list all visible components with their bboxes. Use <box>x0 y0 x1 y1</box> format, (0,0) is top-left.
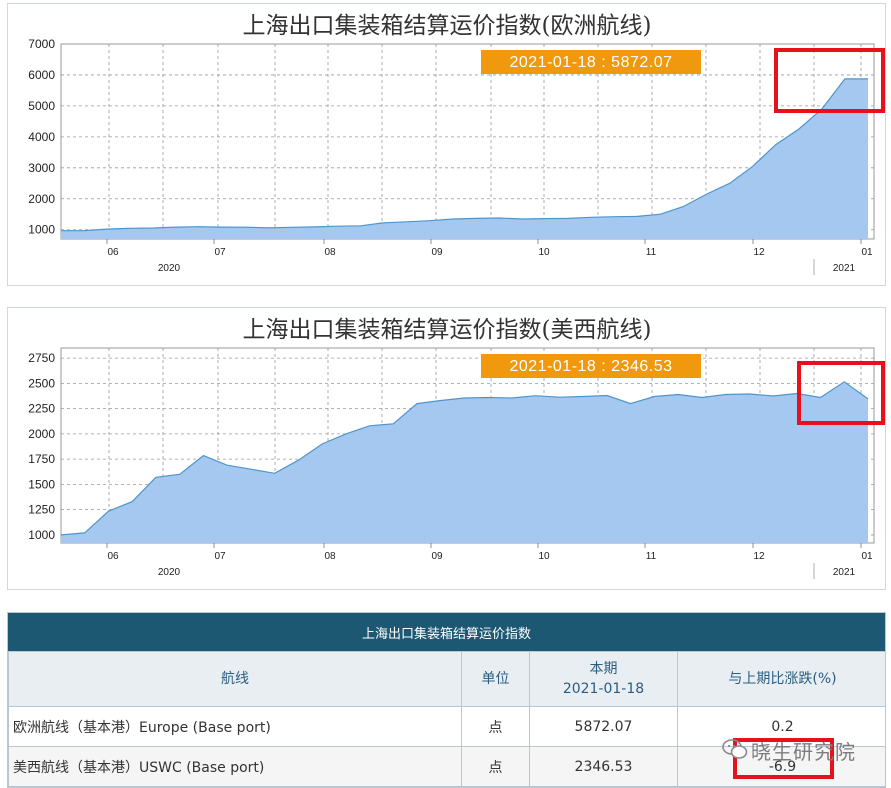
tooltip-text: 2021-01-18 : 5872.07 <box>509 54 672 71</box>
y-tick-label: 2750 <box>28 351 55 365</box>
y-tick-label: 3000 <box>28 161 55 175</box>
x-month-label: 10 <box>538 247 550 258</box>
table-header-row: 航线 单位 本期 2021-01-18 与上期比涨跌(%) <box>8 651 885 707</box>
x-month-label: 09 <box>431 247 443 258</box>
header-period-label: 本期 <box>589 661 618 677</box>
x-year-label: 2020 <box>158 263 181 274</box>
x-month-label: 07 <box>214 551 226 562</box>
x-month-label: 01 <box>861 551 873 562</box>
wechat-icon <box>722 739 748 759</box>
x-year-label: 2021 <box>833 567 856 578</box>
header-change: 与上期比涨跌(%) <box>677 651 885 707</box>
x-month-label: 11 <box>646 247 657 258</box>
y-tick-label: 5000 <box>28 99 55 113</box>
row-route: 美西航线（基本港）USWC (Base port) <box>8 746 462 787</box>
highlight-box-europe <box>774 48 885 113</box>
header-route: 航线 <box>8 651 462 707</box>
chart-uswc-svg: 上海出口集装箱结算运价指数(美西航线) 2750 2500 2250 2000 1750 1… <box>28 317 875 579</box>
row-value: 5872.07 <box>529 706 678 747</box>
row-unit: 点 <box>461 706 530 747</box>
chart-europe-svg: 上海出口集装箱结算运价指数(欧洲航线) 7000 6000 5000 4000 3000 2… <box>28 13 875 275</box>
chart-title: 上海出口集装箱结算运价指数(美西航线) <box>243 317 652 343</box>
y-tick-label: 2500 <box>28 376 55 390</box>
y-tick-label: 1000 <box>28 528 55 542</box>
header-period: 本期 2021-01-18 <box>529 651 678 707</box>
y-tick-label: 4000 <box>28 130 55 144</box>
x-month-label: 06 <box>107 247 119 258</box>
x-year-label: 2021 <box>833 263 856 274</box>
tooltip-text: 2021-01-18 : 2346.53 <box>509 358 672 375</box>
x-month-label: 12 <box>753 247 765 258</box>
y-tick-label: 2000 <box>28 427 55 441</box>
y-tick-label: 1500 <box>28 477 55 491</box>
x-month-label: 06 <box>107 551 119 562</box>
y-tick-label: 1250 <box>28 503 55 517</box>
header-unit: 单位 <box>461 651 530 707</box>
x-month-label: 09 <box>431 551 443 562</box>
x-month-label: 07 <box>214 247 226 258</box>
y-tick-label: 7000 <box>28 37 55 51</box>
chart-europe-panel: 上海出口集装箱结算运价指数(欧洲航线) 7000 6000 5000 4000 3000 2… <box>7 3 886 286</box>
x-month-label: 08 <box>324 247 336 258</box>
highlight-box-uswc <box>797 361 885 425</box>
y-tick-label: 1000 <box>28 223 55 237</box>
x-month-label: 01 <box>861 247 873 258</box>
y-tick-label: 2000 <box>28 192 55 206</box>
row-unit: 点 <box>461 746 530 787</box>
header-period-date: 2021-01-18 <box>562 681 645 697</box>
x-year-label: 2020 <box>158 567 181 578</box>
y-tick-label: 2250 <box>28 402 55 416</box>
row-route: 欧洲航线（基本港）Europe (Base port) <box>8 706 462 747</box>
x-month-label: 10 <box>538 551 550 562</box>
y-tick-label: 6000 <box>28 68 55 82</box>
x-month-label: 11 <box>646 551 657 562</box>
x-month-label: 08 <box>324 551 336 562</box>
chart-title: 上海出口集装箱结算运价指数(欧洲航线) <box>243 13 652 39</box>
table-title: 上海出口集装箱结算运价指数 <box>8 613 885 651</box>
row-value: 2346.53 <box>529 746 678 787</box>
chart-uswc-panel: 上海出口集装箱结算运价指数(美西航线) 2750 2500 2250 2000 1750 1… <box>7 307 886 590</box>
watermark-text: 晓生研究院 <box>751 740 856 764</box>
y-tick-label: 1750 <box>28 452 55 466</box>
x-month-label: 12 <box>753 551 765 562</box>
